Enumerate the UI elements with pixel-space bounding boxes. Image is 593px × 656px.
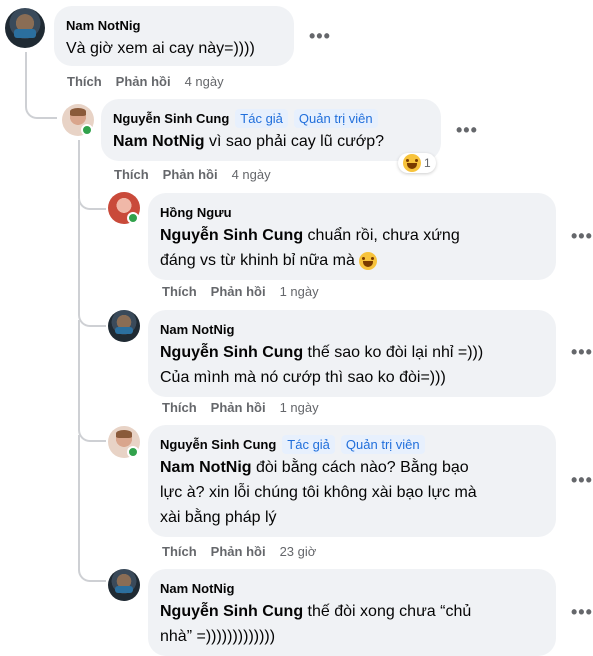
comment-timestamp[interactable]: 4 ngày — [232, 167, 271, 182]
avatar[interactable] — [108, 569, 140, 601]
like-button[interactable]: Thích — [162, 400, 197, 415]
like-button[interactable]: Thích — [162, 284, 197, 299]
online-status-icon — [127, 212, 139, 224]
mention-link[interactable]: Nam NotNig — [160, 459, 252, 476]
comment-timestamp[interactable]: 23 giờ — [280, 544, 317, 559]
admin-badge: Quản trị viên — [340, 434, 425, 454]
comment-actions: Thích Phản hồi 1 ngày — [162, 400, 319, 415]
comment-text-line: xài bằng pháp lý — [160, 509, 277, 526]
more-options-icon[interactable]: ••• — [571, 342, 593, 363]
thread-line — [78, 200, 106, 327]
comment-author[interactable]: Hồng Ngưu — [160, 205, 232, 220]
comment-author[interactable]: Nguyễn Sinh Cung — [160, 437, 276, 452]
comment-author[interactable]: Nam NotNig — [160, 581, 234, 596]
comment-bubble: Nguyễn Sinh Cung Tác giả Quản trị viên N… — [148, 425, 556, 537]
author-badge: Tác giả — [235, 108, 288, 128]
comment-bubble: Nam NotNig Nguyễn Sinh Cung thế sao ko đ… — [148, 310, 556, 397]
thread-line — [78, 320, 106, 442]
more-options-icon[interactable]: ••• — [456, 120, 478, 141]
mention-link[interactable]: Nam NotNig — [113, 133, 205, 150]
reply-button[interactable]: Phản hồi — [211, 284, 266, 299]
laughing-tears-emoji-icon — [403, 154, 421, 172]
comment-text-line: nhà” =))))))))))))) — [160, 628, 276, 645]
comment-timestamp[interactable]: 1 ngày — [280, 400, 319, 415]
more-options-icon[interactable]: ••• — [571, 226, 593, 247]
comment-bubble: Nam NotNig Nguyễn Sinh Cung thế đòi xong… — [148, 569, 556, 656]
comment-timestamp[interactable]: 4 ngày — [185, 74, 224, 89]
reaction-count[interactable]: 1 — [398, 153, 436, 173]
more-options-icon[interactable]: ••• — [571, 470, 593, 491]
like-button[interactable]: Thích — [114, 167, 149, 182]
reply-button[interactable]: Phản hồi — [116, 74, 171, 89]
mention-link[interactable]: Nguyễn Sinh Cung — [160, 227, 303, 244]
mention-link[interactable]: Nguyễn Sinh Cung — [160, 344, 303, 361]
reply-button[interactable]: Phản hồi — [211, 544, 266, 559]
comment-timestamp[interactable]: 1 ngày — [280, 284, 319, 299]
comment-text: vì sao phải cay lũ cướp? — [204, 133, 385, 150]
avatar[interactable] — [108, 310, 140, 342]
thread-line — [25, 52, 57, 119]
comment-text-line: chuẩn rồi, chưa xứng — [303, 227, 460, 244]
comment-bubble: Nguyễn Sinh Cung Tác giả Quản trị viên N… — [101, 99, 441, 161]
comment-actions: Thích Phản hồi 1 ngày — [162, 284, 319, 299]
comment-bubble: Hồng Ngưu Nguyễn Sinh Cung chuẩn rồi, ch… — [148, 193, 556, 280]
more-options-icon[interactable]: ••• — [571, 602, 593, 623]
comment-text-line: đòi bằng cách nào? Bằng bạo — [251, 459, 469, 476]
comment-actions: Thích Phản hồi 23 giờ — [162, 544, 316, 559]
reply-button[interactable]: Phản hồi — [211, 400, 266, 415]
online-status-icon — [127, 446, 139, 458]
author-badge: Tác giả — [282, 434, 335, 454]
mention-link[interactable]: Nguyễn Sinh Cung — [160, 603, 303, 620]
avatar[interactable] — [5, 8, 45, 48]
reply-button[interactable]: Phản hồi — [163, 167, 218, 182]
like-button[interactable]: Thích — [162, 544, 197, 559]
comment-author[interactable]: Nam NotNig — [66, 18, 140, 33]
comment-actions: Thích Phản hồi 4 ngày — [114, 167, 271, 182]
comment-text-line: thế đòi xong chưa “chủ — [303, 603, 472, 620]
comment-author[interactable]: Nam NotNig — [160, 322, 234, 337]
comment-text-line: thế sao ko đòi lại nhỉ =))) — [303, 344, 484, 361]
more-options-icon[interactable]: ••• — [309, 26, 331, 47]
reaction-count-text: 1 — [424, 156, 431, 170]
admin-badge: Quản trị viên — [293, 108, 378, 128]
comment-text-line: Của mình mà nó cướp thì sao ko đòi=))) — [160, 369, 446, 386]
like-button[interactable]: Thích — [67, 74, 102, 89]
laughing-tears-emoji-icon — [359, 251, 378, 270]
comment-text: Và giờ xem ai cay này=)))) — [66, 40, 255, 57]
thread-line — [78, 435, 106, 582]
comment-text-line: đáng vs từ khinh bỉ nữa mà — [160, 252, 355, 269]
comment-author[interactable]: Nguyễn Sinh Cung — [113, 111, 229, 126]
comment-actions: Thích Phản hồi 4 ngày — [67, 74, 224, 89]
online-status-icon — [81, 124, 93, 136]
comment-text-line: lực à? xin lỗi chúng tôi không xài bạo l… — [160, 484, 477, 501]
comment-bubble: Nam NotNig Và giờ xem ai cay này=)))) — [54, 6, 294, 66]
